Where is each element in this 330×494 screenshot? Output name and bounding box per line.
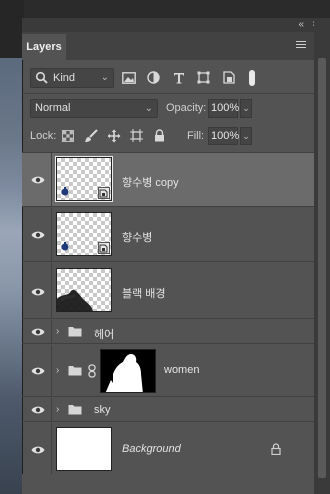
search-icon	[35, 71, 48, 84]
folder-icon	[68, 405, 82, 415]
opacity-label: Opacity:	[166, 102, 207, 114]
eye-icon[interactable]	[31, 445, 45, 455]
shape-filter-icon[interactable]	[195, 69, 212, 86]
bottle-thumbnail-mark	[61, 242, 69, 251]
type-filter-icon[interactable]	[170, 69, 187, 86]
layer-thumbnail	[56, 427, 112, 471]
black-smoke-thumbnail	[57, 289, 93, 311]
panel-footer	[22, 474, 314, 494]
blend-row: Normal ⌄ Opacity: 100% ⌄	[22, 98, 314, 120]
mask-thumbnail[interactable]	[100, 349, 156, 393]
fill-input[interactable]: 100%	[208, 127, 239, 145]
image-filter-icon[interactable]	[120, 69, 137, 86]
lock-icon[interactable]	[271, 443, 281, 455]
adjustment-filter-icon[interactable]	[145, 69, 162, 86]
group-name[interactable]: women	[164, 364, 199, 376]
panel-scrollbar[interactable]	[314, 18, 330, 494]
kind-filter-select[interactable]: Kind ⌄	[30, 68, 114, 88]
group-name[interactable]: sky	[94, 404, 111, 416]
layer-name[interactable]: 향수병	[122, 229, 152, 245]
scrollbar-thumb[interactable]	[318, 58, 326, 478]
eye-icon[interactable]	[31, 327, 45, 337]
chevron-down-icon: ⌄	[100, 72, 109, 83]
lock-image-pixels-icon[interactable]	[83, 128, 98, 143]
group-row[interactable]: › women	[22, 345, 314, 397]
lock-position-icon[interactable]	[106, 128, 121, 143]
eye-icon[interactable]	[31, 230, 45, 240]
chevron-right-icon[interactable]: ›	[56, 404, 59, 415]
eye-icon[interactable]	[31, 366, 45, 376]
layer-row[interactable]: 블랙 배경	[22, 263, 314, 319]
panel-menu-icon[interactable]	[296, 41, 306, 49]
eye-icon[interactable]	[31, 405, 45, 415]
layer-row[interactable]: Background	[22, 423, 314, 475]
layer-thumbnail	[56, 268, 112, 312]
tab-layers[interactable]: Layers	[22, 34, 66, 60]
lock-row: Lock: Fill: 100% ⌄	[22, 126, 314, 146]
layer-row[interactable]: 향수병 copy	[22, 153, 314, 207]
smart-object-icon	[98, 187, 110, 199]
lock-all-icon[interactable]	[152, 128, 167, 143]
blend-mode-value: Normal	[35, 102, 71, 114]
eye-icon[interactable]	[31, 287, 45, 297]
layer-name[interactable]: Background	[122, 443, 181, 455]
layer-name[interactable]: 향수병 copy	[122, 174, 179, 190]
canvas-preview-sky	[0, 58, 24, 494]
eye-icon[interactable]	[31, 175, 45, 185]
layer-thumbnail	[55, 156, 113, 202]
link-icon[interactable]	[88, 364, 96, 378]
fill-dropdown-button[interactable]: ⌄	[240, 127, 252, 145]
layer-thumbnail	[56, 212, 112, 256]
chevron-right-icon[interactable]: ›	[56, 365, 59, 376]
filter-toggle[interactable]	[249, 69, 255, 86]
layers-list: 향수병 copy 향수병 블랙 배경 › 헤어 › women › sky Ba…	[22, 152, 314, 475]
collapse-panel-button[interactable]: «	[298, 19, 303, 30]
group-row[interactable]: › 헤어	[22, 320, 314, 344]
layer-name[interactable]: 블랙 배경	[122, 285, 166, 301]
layer-filter-row: Kind ⌄	[22, 66, 314, 90]
divider	[22, 93, 314, 94]
blend-mode-select[interactable]: Normal ⌄	[30, 99, 158, 118]
lock-label: Lock:	[30, 130, 57, 142]
canvas-top-dark	[0, 0, 24, 58]
lock-transparent-pixels-icon[interactable]	[60, 128, 75, 143]
folder-icon	[68, 366, 82, 376]
bottle-thumbnail-mark	[61, 187, 69, 196]
smart-object-icon	[98, 242, 110, 254]
fill-label: Fill:	[187, 130, 205, 142]
opacity-dropdown-button[interactable]: ⌄	[240, 99, 252, 118]
kind-filter-label: Kind	[53, 72, 76, 84]
folder-icon	[68, 327, 82, 337]
smart-object-filter-icon[interactable]	[220, 69, 237, 86]
chevron-right-icon[interactable]: ›	[56, 326, 59, 337]
opacity-input[interactable]: 100%	[208, 99, 239, 118]
group-name[interactable]: 헤어	[94, 326, 114, 342]
chevron-down-icon: ⌄	[144, 103, 153, 114]
lock-artboard-icon[interactable]	[129, 128, 144, 143]
woman-silhouette-mask	[105, 354, 143, 392]
panel-tab-bar: Layers	[22, 32, 314, 60]
layer-row[interactable]: 향수병	[22, 208, 314, 262]
panel-top-bar	[22, 18, 314, 32]
group-row[interactable]: › sky	[22, 398, 314, 422]
